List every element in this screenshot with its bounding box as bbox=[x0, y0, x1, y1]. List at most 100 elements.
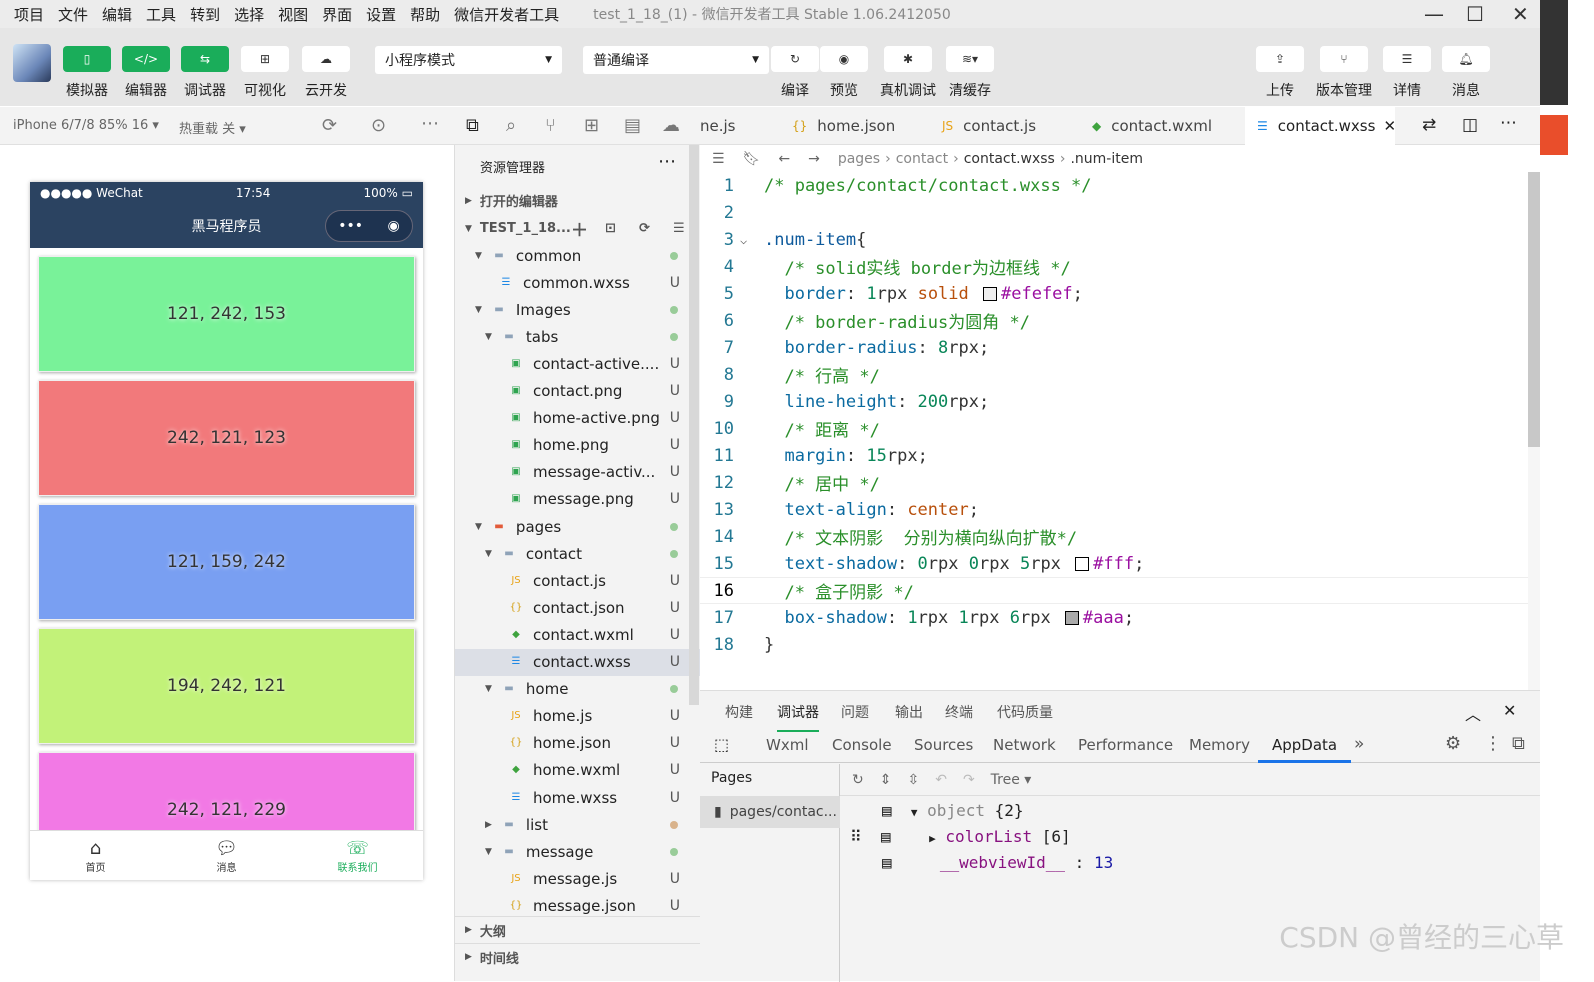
tree-colorlist[interactable]: ⠿ ▤ ▶ colorList [6] bbox=[850, 827, 1071, 846]
new-folder-icon[interactable]: ⊡ bbox=[605, 221, 616, 236]
tree-file[interactable]: ▣ message.png U bbox=[455, 486, 700, 513]
collapse-panel-icon[interactable]: ︿ bbox=[1465, 701, 1481, 725]
close-window-button[interactable]: ✕ bbox=[1512, 2, 1529, 26]
view-mode-select[interactable]: Tree ▾ bbox=[991, 772, 1032, 788]
close-circle-icon[interactable]: ◉ bbox=[388, 218, 400, 234]
tab-contact[interactable]: ☏ 联系我们 bbox=[292, 831, 423, 880]
color-block[interactable]: 242, 121, 123 bbox=[38, 380, 415, 496]
expand-all-icon[interactable]: ⇕ bbox=[880, 772, 892, 788]
devtools-tab[interactable]: Wxml bbox=[766, 736, 809, 754]
menu-item[interactable]: 文件 bbox=[58, 4, 88, 25]
collapse-icon[interactable]: ☰ bbox=[673, 221, 685, 236]
hot-reload-select[interactable]: 热重载 关 ▾ bbox=[179, 118, 246, 137]
color-block[interactable]: 121, 159, 242 bbox=[38, 504, 415, 620]
rotate-icon[interactable]: ⟳ bbox=[322, 115, 337, 136]
version-button[interactable]: ⑂ bbox=[1320, 46, 1368, 72]
outline-section[interactable]: ▶ 大纲 bbox=[455, 916, 700, 943]
menu-item[interactable]: 项目 bbox=[14, 4, 44, 25]
dock-icon[interactable]: ⧉ bbox=[1512, 733, 1525, 754]
mode-select[interactable]: 小程序模式 ▼ bbox=[375, 46, 562, 74]
color-swatch[interactable] bbox=[983, 286, 997, 301]
project-section[interactable]: ▼ TEST_1_18... ＋ ⊡ ⟳ ☰ bbox=[455, 215, 700, 242]
code-editor[interactable]: 1 /* pages/contact/contact.wxss */ 2 3 ⌵ .num… bbox=[700, 172, 1528, 690]
messages-button[interactable]: 🔔︎ bbox=[1442, 46, 1490, 72]
tree-file[interactable]: ◆ home.wxml U bbox=[455, 757, 700, 784]
menu-item[interactable]: 编辑 bbox=[102, 4, 132, 25]
tree-root[interactable]: ▤ ▼ object {2} bbox=[882, 801, 1024, 820]
visual-button[interactable]: ⊞ bbox=[241, 46, 289, 72]
editor-tab[interactable]: {} home.json bbox=[780, 107, 928, 145]
drag-handle-icon[interactable]: ⠿ bbox=[850, 827, 862, 846]
devtools-tab[interactable]: Sources bbox=[914, 736, 973, 754]
tree-folder[interactable]: ▼ ▬ pages bbox=[455, 513, 700, 540]
details-button[interactable]: ☰ bbox=[1383, 46, 1431, 72]
bookmark-icon[interactable]: 🔖︎ bbox=[743, 151, 761, 167]
menu-item[interactable]: 微信开发者工具 bbox=[454, 4, 559, 25]
tree-file[interactable]: ☰ contact.wxss U bbox=[455, 648, 700, 676]
tab-message[interactable]: 💬︎ 消息 bbox=[161, 831, 292, 880]
tree-file[interactable]: ▣ contact-active.... U bbox=[455, 350, 700, 377]
git-icon[interactable]: ⑂ bbox=[545, 115, 556, 136]
color-block[interactable]: 121, 242, 153 bbox=[38, 256, 415, 372]
devtools-tab[interactable]: Memory bbox=[1189, 736, 1250, 754]
inspect-icon[interactable]: ⬚ bbox=[714, 735, 729, 754]
device-select[interactable]: iPhone 6/7/8 85% 16 ▾ bbox=[13, 118, 159, 133]
close-panel-icon[interactable]: ✕ bbox=[1503, 701, 1516, 720]
new-file-icon[interactable]: ＋ bbox=[571, 216, 588, 241]
close-tab-icon[interactable]: ✕ bbox=[1383, 117, 1396, 135]
menu-item[interactable]: 帮助 bbox=[410, 4, 440, 25]
tree-file[interactable]: JS contact.js U bbox=[455, 567, 700, 594]
minimize-button[interactable]: — bbox=[1424, 2, 1444, 26]
breadcrumb-item[interactable]: pages bbox=[838, 151, 880, 167]
list-icon[interactable]: ☰ bbox=[712, 151, 725, 167]
tree-file[interactable]: JS message.js U bbox=[455, 865, 700, 892]
devtools-tab[interactable]: Network bbox=[993, 736, 1056, 754]
color-swatch[interactable] bbox=[1064, 610, 1079, 625]
capsule-button[interactable]: ••• ◉ bbox=[325, 210, 413, 242]
tree-file[interactable]: JS home.js U bbox=[455, 703, 700, 730]
editor-tab[interactable]: ☰ contact.wxss ✕ bbox=[1245, 107, 1396, 145]
debugger-top-tab[interactable]: 构建 bbox=[725, 702, 753, 722]
preview-button[interactable]: ◉ bbox=[820, 46, 868, 72]
color-block[interactable]: 194, 242, 121 bbox=[38, 628, 415, 744]
tree-folder[interactable]: ▼ ▬ contact bbox=[455, 540, 700, 567]
clear-cache-button[interactable]: ≋▾ bbox=[946, 46, 994, 72]
devtools-tab[interactable]: Performance bbox=[1078, 736, 1173, 754]
stop-icon[interactable]: ⊙ bbox=[371, 115, 386, 136]
tree-file[interactable]: ☰ home.wxss U bbox=[455, 784, 700, 811]
tree-file[interactable]: ▣ home.png U bbox=[455, 432, 700, 459]
more-dots-icon[interactable]: ••• bbox=[338, 218, 363, 234]
simulator-button[interactable]: ▯ bbox=[63, 46, 111, 72]
split-editor-icon[interactable]: ◫ bbox=[1462, 115, 1478, 135]
tree-file[interactable]: ◆ contact.wxml U bbox=[455, 621, 700, 648]
menu-item[interactable]: 视图 bbox=[278, 4, 308, 25]
forward-icon[interactable]: → bbox=[808, 151, 820, 167]
tree-folder[interactable]: ▼ ▬ message bbox=[455, 838, 700, 865]
timeline-section[interactable]: ▶ 时间线 bbox=[455, 943, 700, 970]
color-swatch[interactable] bbox=[1075, 556, 1090, 571]
breadcrumb-item[interactable]: .num-item bbox=[1070, 151, 1143, 167]
remote-debug-button[interactable]: ✱ bbox=[884, 46, 932, 72]
search-icon[interactable]: ⌕ bbox=[506, 115, 516, 136]
extensions-icon[interactable]: ⊞ bbox=[584, 115, 599, 136]
refresh-icon[interactable]: ⟳ bbox=[639, 221, 650, 236]
tree-folder[interactable]: ▶ ▬ list bbox=[455, 811, 700, 838]
editor-tab[interactable]: ne.js bbox=[700, 107, 780, 145]
menu-item[interactable]: 界面 bbox=[322, 4, 352, 25]
upload-button[interactable]: ⇪ bbox=[1256, 46, 1304, 72]
debugger-top-tab[interactable]: 代码质量 bbox=[997, 702, 1053, 722]
tree-folder[interactable]: ▼ ▬ home bbox=[455, 676, 700, 703]
fold-icon[interactable]: ⌵ bbox=[740, 233, 747, 247]
back-icon[interactable]: ← bbox=[778, 151, 790, 167]
page-item[interactable]: ▮ pages/contac... bbox=[700, 796, 840, 828]
devtools-tab[interactable]: Console bbox=[832, 736, 892, 754]
avatar[interactable] bbox=[13, 44, 51, 82]
debugger-button[interactable]: ⇆ bbox=[181, 46, 229, 72]
debugger-top-tab[interactable]: 终端 bbox=[945, 702, 973, 722]
more-tabs-icon[interactable]: » bbox=[1354, 734, 1364, 754]
more-icon[interactable]: ⋯ bbox=[421, 113, 439, 134]
docker-icon[interactable]: ☁ bbox=[662, 115, 680, 136]
settings-icon[interactable]: ⚙ bbox=[1445, 733, 1461, 754]
menu-item[interactable]: 工具 bbox=[146, 4, 176, 25]
tab-home[interactable]: ⌂ 首页 bbox=[30, 831, 161, 880]
